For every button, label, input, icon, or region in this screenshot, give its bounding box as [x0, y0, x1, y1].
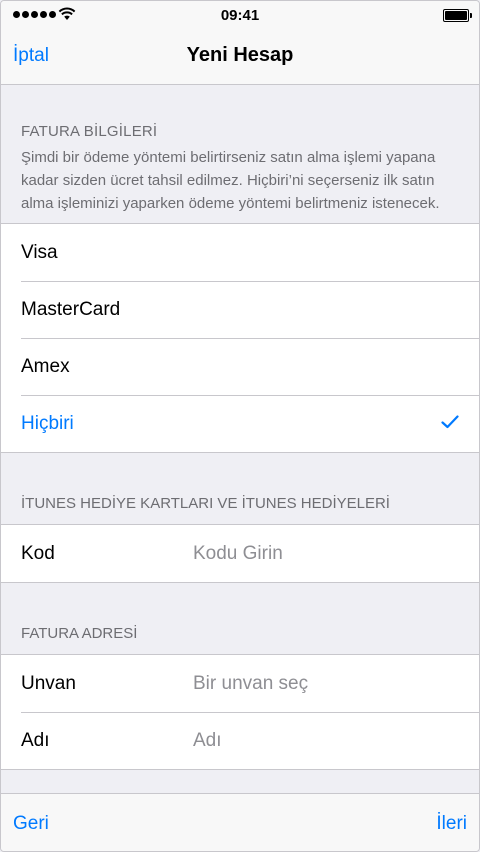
title-input[interactable]	[193, 655, 453, 712]
payment-option-label: MasterCard	[21, 299, 121, 320]
payment-option-label: Visa	[21, 242, 58, 263]
next-button[interactable]: İleri	[436, 813, 467, 835]
gift-cards-header: İTUNES HEDİYE KARTLARI VE İTUNES HEDİYEL…	[21, 495, 390, 512]
billing-address-header: FATURA ADRESİ	[21, 625, 138, 642]
gift-code-group: Kod	[1, 524, 479, 583]
payment-method-list: Visa MasterCard Amex Hiçbiri	[1, 223, 479, 453]
payment-option-mastercard[interactable]: MasterCard	[1, 281, 479, 338]
payment-option-none[interactable]: Hiçbiri	[1, 395, 479, 452]
billing-address-group: Unvan Adı	[1, 654, 479, 770]
bottom-toolbar: Geri İleri	[1, 793, 479, 851]
phone-screen: 09:41 İptal Yeni Hesap FATURA BİLGİLERİ …	[0, 0, 480, 852]
navigation-bar: İptal Yeni Hesap	[1, 29, 479, 85]
checkmark-icon	[441, 415, 459, 429]
battery-icon	[443, 9, 472, 22]
name-label: Adı	[21, 730, 50, 751]
status-bar: 09:41	[1, 1, 479, 29]
name-row[interactable]: Adı	[1, 712, 479, 769]
title-row[interactable]: Unvan	[1, 655, 479, 712]
billing-info-note: Şimdi bir ödeme yöntemi belirtirseniz sa…	[21, 149, 440, 212]
payment-option-visa[interactable]: Visa	[1, 224, 479, 281]
billing-info-header: FATURA BİLGİLERİ	[21, 123, 158, 140]
title-label: Unvan	[21, 673, 76, 694]
gift-code-label: Kod	[21, 543, 55, 564]
status-time: 09:41	[220, 7, 260, 24]
gift-code-row[interactable]: Kod	[1, 525, 479, 582]
page-title: Yeni Hesap	[186, 44, 294, 66]
gift-code-input[interactable]	[193, 525, 453, 582]
payment-option-label: Amex	[21, 356, 70, 377]
form-content[interactable]: FATURA BİLGİLERİ Şimdi bir ödeme yöntemi…	[1, 85, 479, 793]
back-button[interactable]: Geri	[13, 813, 49, 835]
payment-option-amex[interactable]: Amex	[1, 338, 479, 395]
payment-option-label: Hiçbiri	[21, 413, 74, 434]
name-input[interactable]	[193, 712, 453, 769]
